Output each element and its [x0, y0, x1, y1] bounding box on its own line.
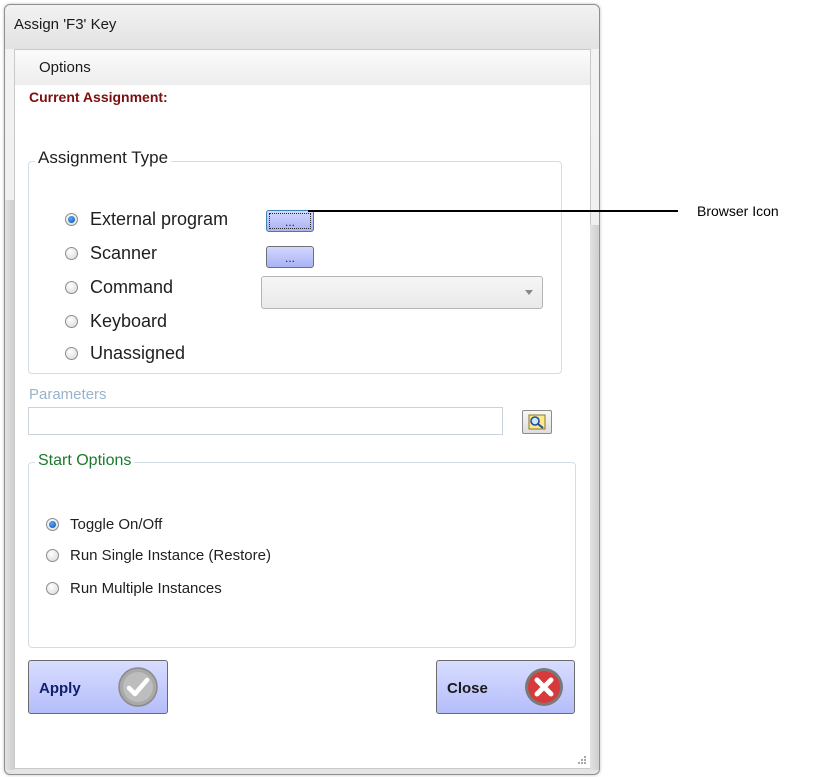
resize-grip-icon[interactable]: [577, 755, 587, 765]
radio-button[interactable]: [65, 315, 78, 328]
radio-button[interactable]: [65, 247, 78, 260]
radio-unassigned[interactable]: Unassigned: [65, 343, 185, 364]
start-options-group: Start Options Toggle On/Off Run Single I…: [28, 452, 576, 648]
close-x-icon: [525, 668, 563, 706]
radio-toggle-on-off[interactable]: Toggle On/Off: [46, 516, 162, 533]
window-frame-left: [5, 200, 14, 770]
dialog-client-area: Options Current Assignment: Assignment T…: [14, 49, 591, 769]
radio-run-single-instance[interactable]: Run Single Instance (Restore): [46, 547, 271, 564]
search-icon: [528, 414, 546, 430]
start-options-title: Start Options: [35, 452, 135, 470]
scanner-browse-button[interactable]: ...: [266, 246, 314, 268]
radio-keyboard[interactable]: Keyboard: [65, 311, 167, 332]
radio-button[interactable]: [46, 582, 59, 595]
assign-key-window: Assign 'F3' Key Options Current Assignme…: [4, 4, 600, 775]
title-bar[interactable]: Assign 'F3' Key: [5, 5, 599, 49]
radio-label: Unassigned: [90, 343, 186, 363]
parameters-label: Parameters: [29, 386, 107, 403]
radio-label: Scanner: [90, 243, 158, 263]
radio-button[interactable]: [46, 549, 59, 562]
chevron-down-icon[interactable]: [525, 290, 533, 295]
radio-button[interactable]: [65, 347, 78, 360]
radio-label: Command: [90, 277, 174, 297]
menu-bar: Options: [15, 50, 590, 85]
current-assignment-label: Current Assignment:: [29, 89, 168, 105]
apply-button[interactable]: Apply: [28, 660, 168, 714]
browser-icon-annotation: Browser Icon: [697, 203, 779, 219]
close-button-label: Close: [447, 680, 488, 697]
external-program-browse-button[interactable]: ...: [266, 210, 314, 232]
radio-scanner[interactable]: Scanner: [65, 243, 157, 264]
parameters-input[interactable]: [28, 407, 503, 435]
close-button[interactable]: Close: [436, 660, 575, 714]
assignment-type-title: Assignment Type: [35, 148, 172, 168]
radio-label: Toggle On/Off: [70, 516, 163, 533]
radio-label: Run Multiple Instances: [70, 580, 222, 597]
parameters-browse-button[interactable]: [522, 410, 552, 434]
radio-label: Keyboard: [90, 311, 168, 331]
radio-run-multiple-instances[interactable]: Run Multiple Instances: [46, 580, 222, 597]
radio-button[interactable]: [65, 213, 78, 226]
check-icon: [118, 667, 158, 707]
radio-button[interactable]: [65, 281, 78, 294]
radio-external-program[interactable]: External program: [65, 209, 228, 230]
radio-label: Run Single Instance (Restore): [70, 547, 271, 564]
radio-command[interactable]: Command: [65, 277, 173, 298]
command-select[interactable]: [261, 276, 543, 309]
apply-button-label: Apply: [39, 680, 81, 697]
radio-button[interactable]: [46, 518, 59, 531]
menu-options[interactable]: Options: [39, 59, 91, 76]
annotation-line: [308, 210, 678, 212]
window-title: Assign 'F3' Key: [14, 16, 117, 33]
radio-label: External program: [90, 209, 229, 229]
window-frame-right: [590, 225, 599, 770]
